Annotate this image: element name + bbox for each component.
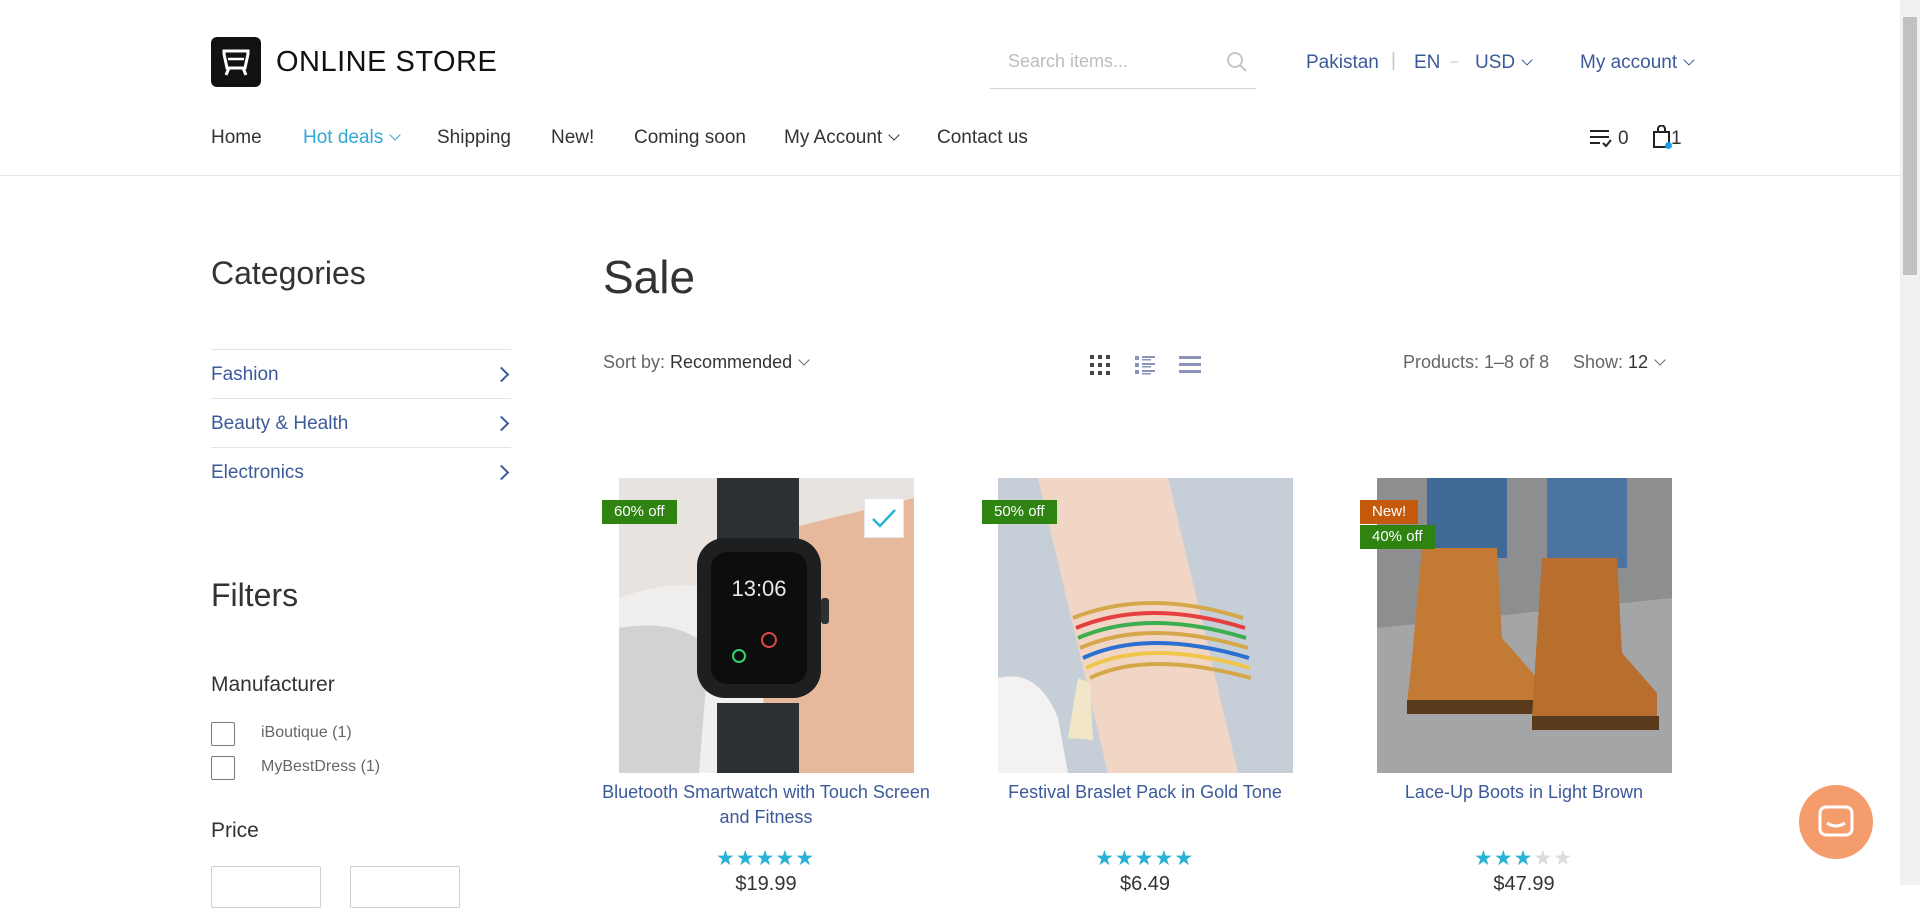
categories-title: Categories [211,255,366,291]
star-icon: ★ [1174,847,1195,870]
search-icon[interactable] [1226,51,1248,73]
chevron-down-icon [798,354,810,366]
currency-selector[interactable]: USD [1475,52,1533,74]
language-separator: – [1450,53,1459,70]
per-page-selector[interactable]: Show: 12 [1573,352,1666,373]
currency-label: USD [1475,52,1516,73]
nav-hot-deals-label: Hot deals [303,127,384,148]
star-icon: ★ [1154,847,1175,870]
manufacturer-label[interactable]: iBoutique (1) [261,724,352,742]
wishlist-count[interactable]: 0 [1618,128,1629,150]
chevron-down-icon [1683,54,1695,66]
star-icon: ★ [1493,847,1514,870]
manufacturer-title: Manufacturer [211,673,335,696]
sort-label: Sort by: [603,352,666,372]
compare-toggle[interactable] [864,498,904,538]
nav-hot-deals[interactable]: Hot deals [303,127,401,149]
manufacturer-checkbox-iboutique[interactable] [211,722,235,746]
search-box [990,46,1256,89]
star-icon: ★ [755,847,776,870]
list-view-icon[interactable] [1134,354,1156,376]
language-selector[interactable]: EN [1414,52,1440,74]
products-count: Products: 1–8 of 8 [1403,352,1550,372]
filters-title: Filters [211,577,299,613]
star-icon: ★ [795,847,816,870]
search-input[interactable] [1006,50,1210,73]
manufacturer-checkbox-mybestdress[interactable] [211,756,235,780]
sort-selector[interactable]: Sort by: Recommended [603,352,810,373]
table-view-icon[interactable] [1179,354,1201,376]
star-icon: ★ [735,847,756,870]
category-fashion[interactable]: Fashion [211,349,511,398]
nav-shipping[interactable]: Shipping [437,127,511,149]
chat-button[interactable] [1799,785,1873,859]
category-label: Fashion [211,364,279,385]
product-name[interactable]: Bluetooth Smartwatch with Touch Screen a… [601,780,931,830]
my-account-label: My account [1580,52,1678,73]
show-label: Show: [1573,352,1624,372]
price-min-field[interactable] [211,866,321,908]
header-divider-line [0,175,1900,176]
discount-badge: 40% off [1360,525,1435,549]
star-icon: ★ [775,847,796,870]
show-value: 12 [1628,352,1649,372]
category-electronics[interactable]: Electronics [211,447,511,496]
product-rating: ★★★★★ [1095,848,1194,869]
product-name[interactable]: Lace-Up Boots in Light Brown [1359,780,1689,805]
grid-view-icon[interactable] [1089,354,1111,376]
star-empty-icon: ★ [1533,847,1554,870]
chevron-down-icon [888,129,900,141]
chat-icon [1818,805,1854,837]
star-icon: ★ [716,847,736,870]
star-icon: ★ [1474,847,1494,870]
sort-value: Recommended [670,352,793,372]
category-label: Electronics [211,462,304,483]
new-badge: New! [1360,500,1419,524]
nav-my-account-label: My Account [784,127,883,148]
checkmark-icon [872,509,896,528]
nav-new[interactable]: New! [551,127,594,149]
product-rating: ★★★★★ [1474,848,1573,869]
nav-contact-us[interactable]: Contact us [937,127,1028,149]
star-icon: ★ [1114,847,1135,870]
svg-text:13:06: 13:06 [731,576,786,601]
cart-count[interactable]: 1 [1671,128,1682,150]
page-title: Sale [603,251,696,303]
star-empty-icon: ★ [1553,847,1574,870]
boots-photo [1377,478,1672,773]
discount-badge: 50% off [982,500,1057,524]
product-image-boots[interactable] [1377,478,1672,773]
star-icon: ★ [1134,847,1155,870]
price-max-field[interactable] [350,866,460,908]
star-icon: ★ [1095,847,1115,870]
my-account-menu[interactable]: My account [1580,52,1695,74]
store-name[interactable]: ONLINE STORE [276,46,497,79]
chevron-right-icon [493,366,510,383]
category-beauty-health[interactable]: Beauty & Health [211,398,511,447]
product-rating: ★★★★★ [716,848,815,869]
cart-logo-icon [222,49,250,76]
chevron-right-icon [493,415,510,432]
star-icon: ★ [1513,847,1534,870]
logo-mark[interactable] [211,37,261,87]
chevron-down-icon [389,129,401,141]
nav-home[interactable]: Home [211,127,262,149]
chevron-right-icon [493,464,510,481]
nav-coming-soon[interactable]: Coming soon [634,127,746,149]
chevron-down-icon [1521,54,1533,66]
price-title: Price [211,819,259,842]
wishlist-icon[interactable] [1589,127,1613,149]
chevron-down-icon [1654,354,1666,366]
category-label: Beauty & Health [211,413,349,434]
nav-my-account[interactable]: My Account [784,127,900,149]
product-name[interactable]: Festival Braslet Pack in Gold Tone [980,780,1310,805]
discount-badge: 60% off [602,500,677,524]
scrollbar-thumb[interactable] [1903,17,1917,275]
header-divider: | [1391,50,1396,71]
manufacturer-label[interactable]: MyBestDress (1) [261,758,380,776]
country-selector[interactable]: Pakistan [1306,52,1379,74]
